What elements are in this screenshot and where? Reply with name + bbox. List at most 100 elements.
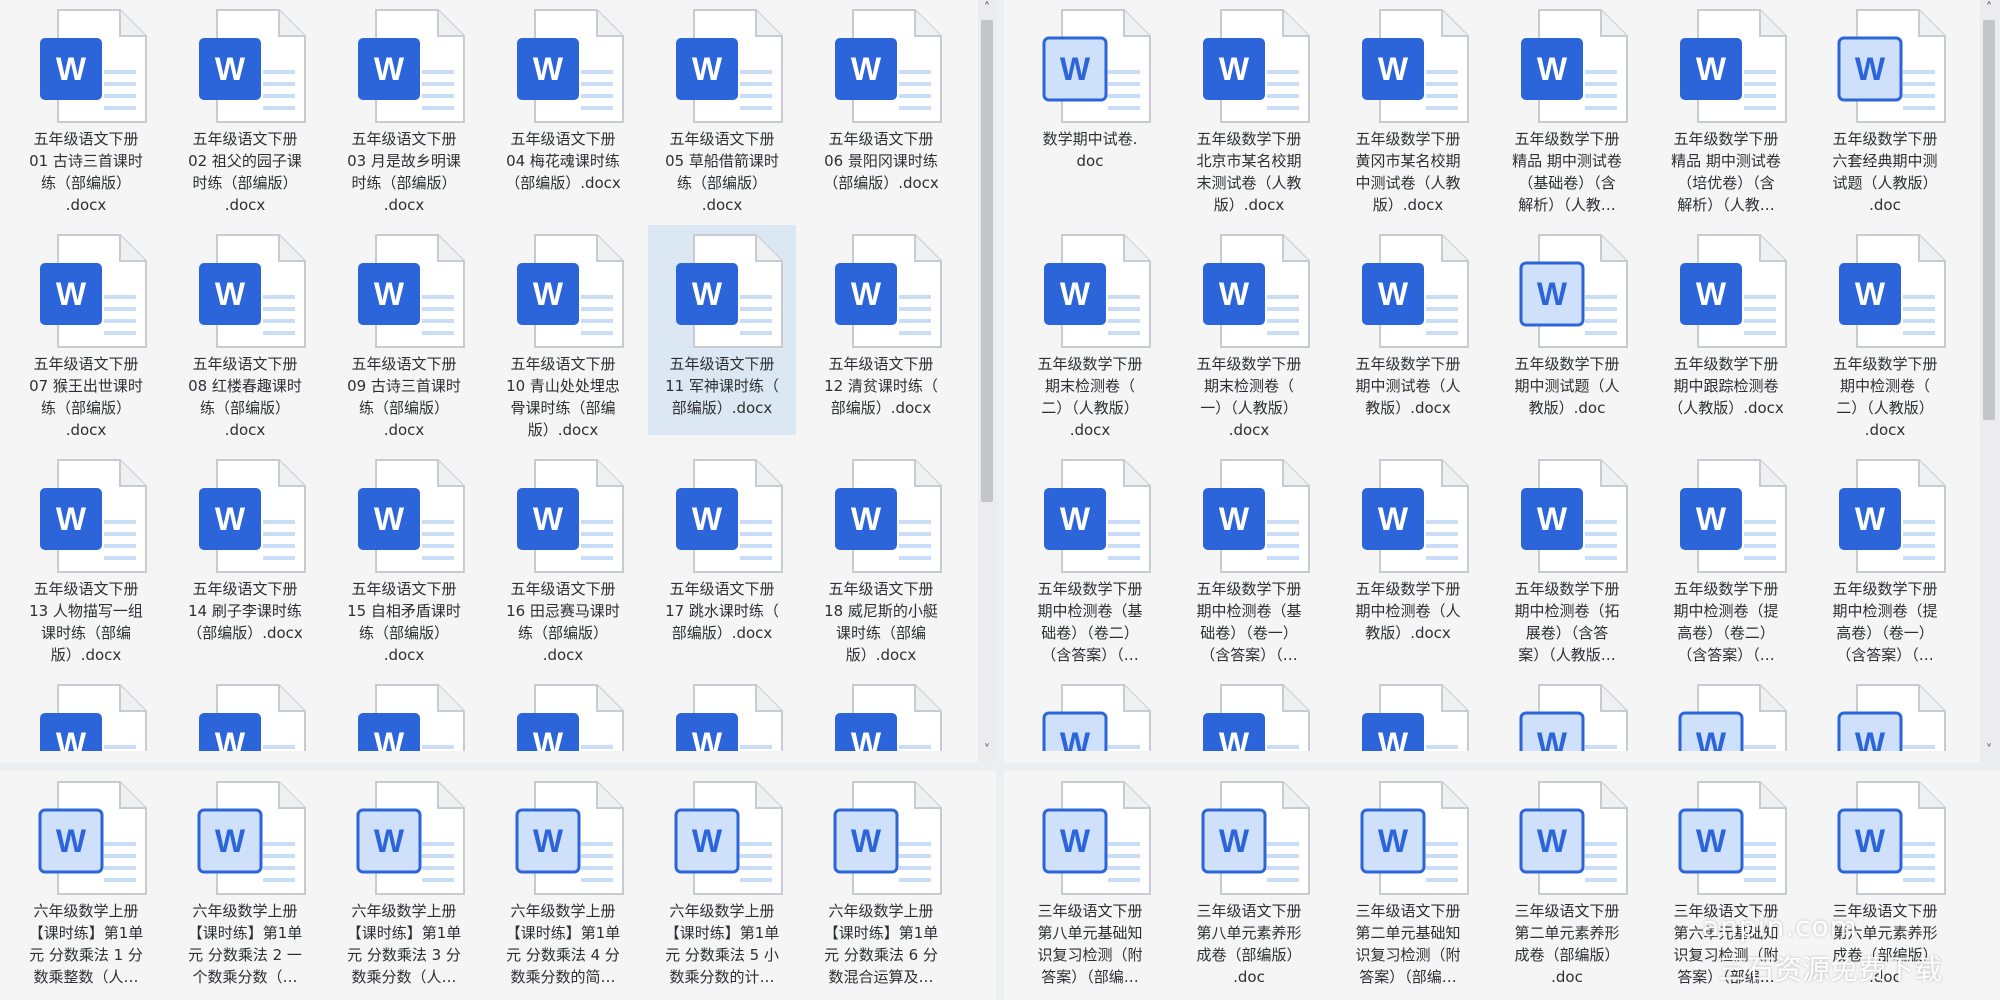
file-item-partial[interactable]: W (1016, 675, 1164, 751)
word-document-icon: W (676, 459, 783, 573)
file-name-label: 五年级语文下册 16 田忌赛马课时 练（部编版） .docx (506, 580, 620, 664)
word-document-icon: W (833, 781, 942, 895)
file-item[interactable]: W 五年级数学下册 期中检测卷（人 教版）.docx (1334, 450, 1482, 660)
file-item-partial[interactable]: W (1493, 675, 1641, 751)
file-item[interactable]: W 五年级数学下册 期中检测卷（提 高卷）（卷二） （含答案）（… (1652, 450, 1800, 664)
scroll-down-arrow-icon[interactable]: ˅ (980, 744, 994, 758)
file-item[interactable]: W 五年级语文下册 15 自相矛盾课时 练（部编版） .docx (330, 450, 478, 664)
file-item[interactable]: W 五年级语文下册 10 青山处处埋忠 骨课时练（部编 版）.docx (489, 225, 637, 439)
file-item[interactable]: W 五年级语文下册 01 古诗三首课时 练（部编版） .docx (12, 0, 160, 214)
file-item[interactable]: W 五年级数学下册 六套经典期中测 试题（人教版） .doc (1811, 0, 1959, 214)
svg-text:W: W (533, 726, 564, 751)
file-name-label: 六年级数学上册 【课时练】第1单 元 分数乘法 3 分 数乘分数（人… (346, 902, 462, 986)
svg-text:W: W (374, 276, 405, 312)
word-document-icon: W (835, 459, 942, 573)
file-item[interactable]: W 五年级语文下册 18 威尼斯的小艇 课时练（部编 版）.docx (807, 450, 955, 664)
file-item-partial[interactable]: W (1334, 675, 1482, 751)
file-item[interactable]: W 六年级数学上册 【课时练】第1单 元 分数乘法 2 一 个数乘分数（… (171, 772, 319, 986)
file-item[interactable]: W 五年级数学下册 期中测试卷（人 教版）.docx (1334, 225, 1482, 435)
file-item[interactable]: W 五年级数学下册 期中测试题（人 教版）.doc (1493, 225, 1641, 435)
word-document-icon: W (199, 684, 306, 751)
file-item[interactable]: W 五年级数学下册 期中检测卷（基 础卷）（卷一） （含答案）（… (1175, 450, 1323, 664)
file-item[interactable]: W 三年级语文下册 第二单元基础知 识复习检测（附 答案）（部编… (1334, 772, 1482, 986)
file-item[interactable]: W 数学期中试卷. doc (1016, 0, 1164, 210)
file-item[interactable]: W 五年级语文下册 04 梅花魂课时练 （部编版）.docx (489, 0, 637, 210)
file-item[interactable]: W 五年级语文下册 08 红楼春趣课时 练（部编版） .docx (171, 225, 319, 439)
file-item[interactable]: W 六年级数学上册 【课时练】第1单 元 分数乘法 6 分 数混合运算及… (807, 772, 955, 986)
left-pane-scroll-thumb[interactable] (981, 20, 993, 502)
left-pane-scrollbar[interactable]: ˄ ˅ (978, 0, 996, 762)
scroll-up-arrow-icon[interactable]: ˄ (980, 2, 994, 16)
word-document-icon: W (356, 781, 465, 895)
file-item[interactable]: W 六年级数学上册 【课时练】第1单 元 分数乘法 4 分 数乘分数的简… (489, 772, 637, 986)
file-item[interactable]: W 五年级语文下册 06 景阳冈课时练 （部编版）.docx (807, 0, 955, 210)
file-item[interactable]: W 五年级数学下册 期中跟踪检测卷 （人教版）.docx (1652, 225, 1800, 435)
file-item-partial[interactable]: W (330, 675, 478, 751)
file-item[interactable]: W 五年级语文下册 16 田忌赛马课时 练（部编版） .docx (489, 450, 637, 664)
file-item-partial[interactable]: W (1811, 675, 1959, 751)
file-item[interactable]: W 五年级数学下册 期中检测卷（ 二）（人教版） .docx (1811, 225, 1959, 439)
file-name-label: 五年级数学下册 黄冈市某名校期 中测试卷（人教 版）.docx (1355, 130, 1461, 214)
file-item[interactable]: W 六年级数学上册 【课时练】第1单 元 分数乘法 5 小 数乘分数的计… (648, 772, 796, 986)
svg-text:W: W (1219, 276, 1250, 312)
file-name-label: 五年级数学下册 期中检测卷（拓 展卷）（含答 案）（人教版… (1514, 580, 1620, 664)
file-item[interactable]: W 五年级数学下册 精品 期中测试卷 （培优卷）（含 解析）（人教… (1652, 0, 1800, 214)
left-bottom-file-pane[interactable]: W 六年级数学上册 【课时练】第1单 元 分数乘法 1 分 数乘整数（人… W 六年级… (0, 770, 996, 1000)
file-name-label: 五年级语文下册 04 梅花魂课时练 （部编版）.docx (505, 130, 621, 192)
file-item[interactable]: W 五年级数学下册 北京市某名校期 末测试卷（人教 版）.docx (1175, 0, 1323, 214)
word-document-icon: W (1362, 459, 1469, 573)
file-item[interactable]: W 五年级数学下册 精品 期中测试卷 （基础卷）（含 解析）（人教… (1493, 0, 1641, 214)
word-document-icon: W (358, 9, 465, 123)
file-item-partial[interactable]: W (489, 675, 637, 751)
left-file-pane[interactable]: W 五年级语文下册 01 古诗三首课时 练（部编版） .docx W 五年级语文下册 … (0, 0, 978, 762)
svg-text:W: W (374, 501, 405, 537)
svg-text:W: W (1060, 823, 1091, 859)
scroll-down-arrow-icon[interactable]: ˅ (1982, 744, 1996, 758)
word-document-icon: W (1362, 234, 1469, 348)
file-item[interactable]: W 五年级语文下册 05 草船借箭课时 练（部编版） .docx (648, 0, 796, 214)
word-document-icon: W (835, 684, 942, 751)
word-document-icon: W (517, 234, 624, 348)
word-document-icon: W (40, 459, 147, 573)
svg-text:W: W (56, 51, 87, 87)
svg-text:W: W (1855, 501, 1886, 537)
file-item[interactable]: W 五年级语文下册 17 跳水课时练（ 部编版）.docx (648, 450, 796, 660)
file-item[interactable]: W 六年级数学上册 【课时练】第1单 元 分数乘法 1 分 数乘整数（人… (12, 772, 160, 986)
file-item[interactable]: W 五年级语文下册 13 人物描写一组 课时练（部编 版）.docx (12, 450, 160, 664)
file-item[interactable]: W 五年级数学下册 期末检测卷（ 二）（人教版） .docx (1016, 225, 1164, 439)
svg-text:W: W (692, 726, 723, 751)
svg-text:W: W (215, 276, 246, 312)
file-name-label: 五年级语文下册 06 景阳冈课时练 （部编版）.docx (823, 130, 939, 192)
file-item[interactable]: W 五年级数学下册 期中检测卷（拓 展卷）（含答 案）（人教版… (1493, 450, 1641, 664)
file-item[interactable]: W 三年级语文下册 第八单元素养形 成卷（部编版） .doc (1175, 772, 1323, 986)
file-name-label: 五年级数学下册 期中测试卷（人 教版）.docx (1355, 355, 1461, 417)
scroll-up-arrow-icon[interactable]: ˄ (1982, 2, 1996, 16)
file-item[interactable]: W 三年级语文下册 第八单元基础知 识复习检测（附 答案）（部编… (1016, 772, 1164, 986)
right-file-pane[interactable]: W 数学期中试卷. doc W 五年级数学下册 北京市某名校期 末测试卷（人教 版）.… (1004, 0, 1980, 762)
file-item[interactable]: W 六年级数学上册 【课时练】第1单 元 分数乘法 3 分 数乘分数（人… (330, 772, 478, 986)
file-item[interactable]: W 五年级数学下册 黄冈市某名校期 中测试卷（人教 版）.docx (1334, 0, 1482, 214)
file-item[interactable]: W 五年级数学下册 期中检测卷（基 础卷）（卷二） （含答案）（… (1016, 450, 1164, 664)
file-item-partial[interactable]: W (1652, 675, 1800, 751)
file-item[interactable]: W 五年级语文下册 07 猴王出世课时 练（部编版） .docx (12, 225, 160, 439)
file-item[interactable]: W 五年级数学下册 期中检测卷（提 高卷）（卷一） （含答案）（… (1811, 450, 1959, 664)
svg-text:W: W (1219, 823, 1250, 859)
right-pane-scrollbar[interactable]: ˄ ˅ (1980, 0, 1998, 762)
file-item-partial[interactable]: W (807, 675, 955, 751)
file-item-partial[interactable]: W (1175, 675, 1323, 751)
word-document-icon: W (1521, 9, 1628, 123)
file-item-partial[interactable]: W (12, 675, 160, 751)
file-item[interactable]: W 五年级语文下册 12 清贫课时练（ 部编版）.docx (807, 225, 955, 435)
file-item[interactable]: W 三年级语文下册 第二单元素养形 成卷（部编版） .doc (1493, 772, 1641, 986)
right-pane-scroll-thumb[interactable] (1983, 20, 1995, 420)
file-item[interactable]: W 五年级语文下册 09 古诗三首课时 练（部编版） .docx (330, 225, 478, 439)
file-item[interactable]: W 五年级语文下册 14 刷子李课时练 （部编版）.docx (171, 450, 319, 660)
file-item-partial[interactable]: W (648, 675, 796, 751)
file-item-partial[interactable]: W (171, 675, 319, 751)
file-item[interactable]: W 五年级语文下册 02 祖父的园子课 时练（部编版） .docx (171, 0, 319, 214)
file-item[interactable]: W 五年级语文下册 11 军神课时练（ 部编版）.docx (648, 225, 796, 435)
file-item[interactable]: W 五年级语文下册 03 月是故乡明课 时练（部编版） .docx (330, 0, 478, 214)
file-name-label: 五年级语文下册 07 猴王出世课时 练（部编版） .docx (29, 355, 143, 439)
file-item[interactable]: W 五年级数学下册 期末检测卷（ 一）（人教版） .docx (1175, 225, 1323, 439)
file-name-label: 五年级语文下册 10 青山处处埋忠 骨课时练（部编 版）.docx (506, 355, 620, 439)
